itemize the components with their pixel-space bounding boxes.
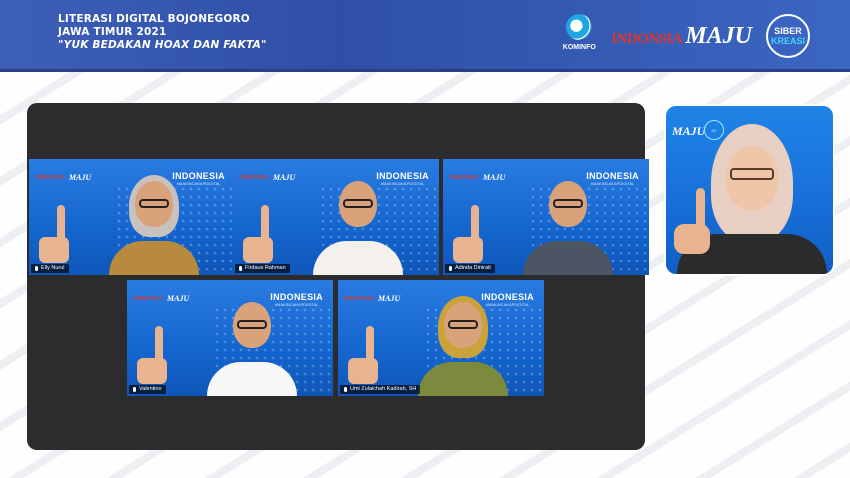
participant-finger-icon	[155, 326, 163, 366]
tile-brand-indonesia: INDONSIA	[35, 174, 66, 181]
kominfo-logo: KOMINFO	[561, 14, 597, 58]
event-title-line-1: LITERASI DIGITAL BOJONEGORO	[58, 13, 250, 25]
participant-person	[408, 280, 518, 396]
tile-brand-maju: MAJU	[378, 294, 401, 303]
indonesia-maju-logo: INDONSIA MAJU	[611, 23, 752, 50]
participant-shirt	[523, 241, 613, 275]
participant-shirt	[313, 241, 403, 275]
tile-brand-maju: MAJU	[69, 173, 92, 182]
microphone-icon	[35, 266, 38, 271]
microphone-icon	[239, 266, 242, 271]
participant-glasses-icon	[237, 320, 267, 329]
participant-person	[513, 159, 623, 275]
participant-finger-icon	[366, 326, 374, 366]
microphone-icon	[133, 387, 136, 392]
participant-name-tag: Firdaus Rahman	[235, 264, 290, 273]
tile-brand-maju: MAJU	[273, 173, 296, 182]
tile-brand-maju: MAJU	[167, 294, 190, 303]
tile-brand-indonesia: INDONSIA	[449, 174, 480, 181]
tile-brand-left: INDONSIA MAJU	[133, 294, 189, 303]
participant-name: Valentino	[139, 386, 162, 392]
participant-glasses-icon	[448, 320, 478, 329]
participant-glasses-icon	[139, 199, 169, 208]
participant-finger-icon	[471, 205, 479, 245]
tile-brand-left: INDONSIA MAJU	[344, 294, 400, 303]
microphone-icon	[449, 266, 452, 271]
participant-glasses-icon	[553, 199, 583, 208]
participant-video-tile[interactable]: INDONSIA MAJU INDONESIA #MAKINCAKAPDIGIT…	[127, 280, 333, 396]
siberkreasi-line-1: SIBER	[774, 26, 802, 36]
participant-name-tag: Umi Zulaichah Kadirah, SH	[340, 385, 421, 394]
event-title-line-2: JAWA TIMUR 2021	[58, 26, 167, 38]
participant-shirt	[418, 362, 508, 396]
tile-brand-maju: MAJU	[483, 173, 506, 182]
tile-brand-indonesia: INDONSIA	[133, 295, 164, 302]
participant-name: Adinda Dinirati	[455, 265, 491, 271]
participant-finger-icon	[261, 205, 269, 245]
maju-logo-text: MAJU	[685, 22, 752, 49]
siberkreasi-logo: SIBER KREASI	[766, 14, 810, 58]
tile-brand-indonesia: INDONSIA	[344, 295, 375, 302]
participant-name: Umi Zulaichah Kadirah, SH	[350, 386, 417, 392]
participant-shirt	[207, 362, 297, 396]
participant-name-tag: Adinda Dinirati	[445, 264, 495, 273]
participant-video-tile[interactable]: INDONSIA MAJU INDONESIA #MAKINCAKAPDIGIT…	[443, 159, 649, 275]
participant-name: Elly Nurul	[41, 265, 65, 271]
participant-name-tag: Valentino	[129, 385, 166, 394]
event-tagline: "YUK BEDAKAN HOAX DAN FAKTA"	[58, 39, 267, 51]
tile-brand-left: INDONSIA MAJU	[449, 173, 505, 182]
tile-brand-left: INDONSIA MAJU	[35, 173, 91, 182]
tile-brand-left: INDONSIA MAJU	[239, 173, 295, 182]
presenter-glasses-icon	[729, 168, 774, 180]
participant-shirt	[109, 241, 199, 275]
presenter-finger-icon	[696, 188, 705, 232]
event-title: LITERASI DIGITAL BOJONEGORO JAWA TIMUR 2…	[58, 13, 267, 52]
kominfo-logo-text: KOMINFO	[562, 44, 596, 51]
participant-person	[197, 280, 307, 396]
participant-video-tile[interactable]: INDONSIA MAJU INDONESIA #MAKINCAKAPDIGIT…	[338, 280, 544, 396]
event-header-banner: LITERASI DIGITAL BOJONEGORO JAWA TIMUR 2…	[0, 0, 850, 72]
participant-finger-icon	[57, 205, 65, 245]
indonesia-logo-text: INDONSIA	[611, 30, 683, 47]
sponsor-logos: KOMINFO INDONSIA MAJU SIBER KREASI	[561, 12, 810, 60]
participant-person	[303, 159, 413, 275]
siberkreasi-line-2: KREASI	[770, 36, 805, 46]
presenter-video[interactable]: MAJU SK	[664, 104, 835, 276]
tile-brand-indonesia: INDONSIA	[239, 174, 270, 181]
participant-name: Firdaus Rahman	[245, 265, 286, 271]
kominfo-emblem-icon	[566, 14, 593, 40]
participant-video-tile[interactable]: INDONSIA MAJU INDONESIA #MAKINCAKAPDIGIT…	[233, 159, 439, 275]
participant-glasses-icon	[343, 199, 373, 208]
video-meeting-gallery	[27, 103, 645, 450]
participant-video-tile[interactable]: INDONSIA MAJU INDONESIA #MAKINCAKAPDIGIT…	[29, 159, 235, 275]
participant-name-tag: Elly Nurul	[31, 264, 69, 273]
microphone-icon	[344, 387, 347, 392]
participant-person	[99, 159, 209, 275]
